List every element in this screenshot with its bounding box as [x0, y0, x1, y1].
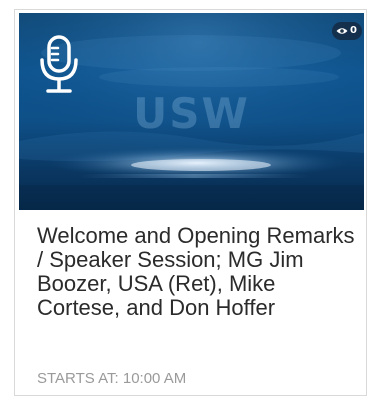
brand-watermark: USW — [133, 89, 250, 138]
start-time-value: 10:00 AM — [122, 370, 187, 387]
page: USW 0 Welcome and Opening Remarks / Spea… — [0, 0, 372, 399]
start-label: STARTS AT: — [37, 370, 119, 387]
session-title[interactable]: Welcome and Opening Remarks / Speaker Se… — [37, 224, 362, 320]
microphone-icon — [40, 35, 78, 93]
eye-icon — [336, 28, 348, 34]
session-card[interactable]: USW 0 Welcome and Opening Remarks / Spea… — [14, 9, 367, 396]
view-count: 0 — [350, 25, 357, 36]
view-count-badge: 0 — [332, 22, 362, 40]
session-thumbnail[interactable]: USW 0 — [19, 13, 364, 210]
session-start-time: STARTS AT: 10:00 AM — [37, 370, 186, 388]
